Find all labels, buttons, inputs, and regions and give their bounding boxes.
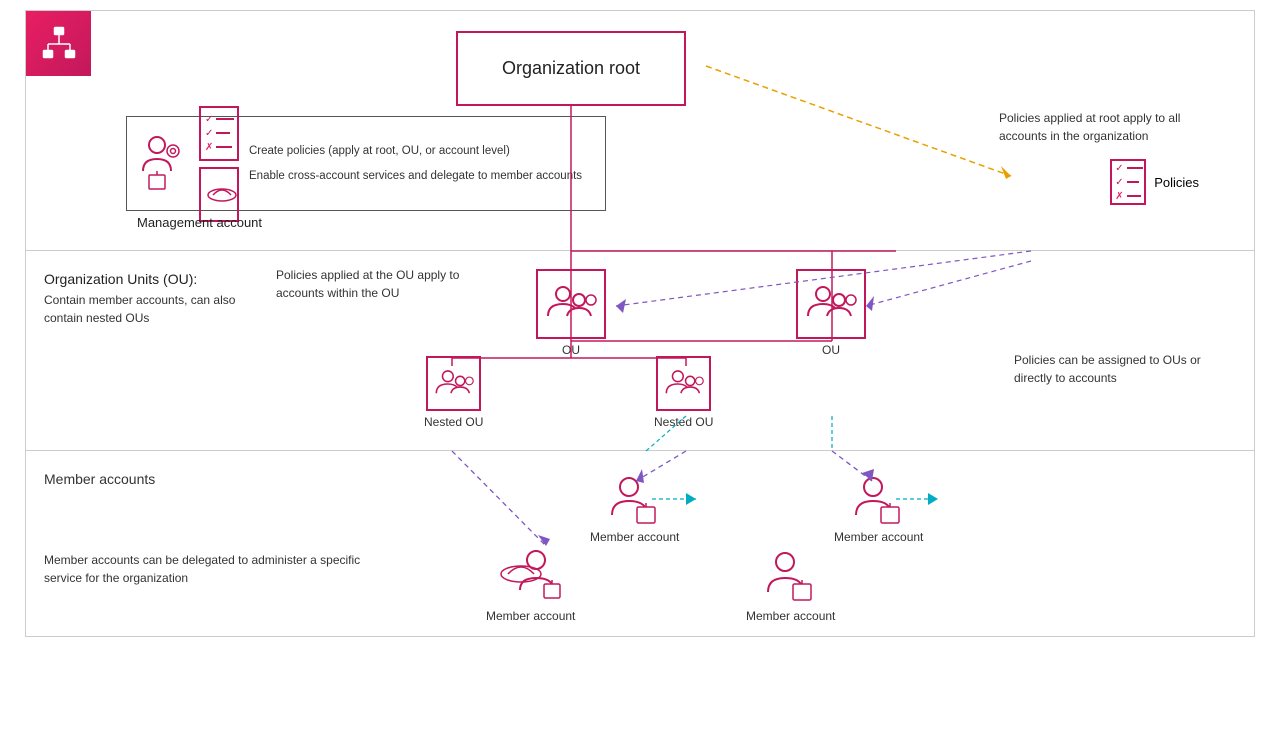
mgmt-text-2: Enable cross-account services and delega… [249,168,582,184]
mgmt-person-icon [139,131,189,196]
ou-icon-2: OU [796,269,866,357]
member-section-title: Member accounts [44,471,155,487]
annotation-root-policies: Policies applied at root apply to all ac… [999,109,1199,145]
ou-section-title: Organization Units (OU): Contain member … [44,271,235,327]
nested-ou-label-1: Nested OU [424,415,483,429]
ou-label-2: OU [822,343,840,357]
logo-box [26,11,91,76]
org-root-label: Organization root [502,58,640,79]
member-account-1: Member account [590,471,679,544]
mgmt-label: Management account [137,215,262,230]
nested-ou-border-2 [656,356,711,411]
ou-icon-1: OU [536,269,606,357]
policies-icon: ✓ ✓ ✗ [1110,159,1146,205]
nested-ou-label-2: Nested OU [654,415,713,429]
checklist-icon-1: ✓ ✓ ✗ [199,106,239,161]
checklist-icon-2 [199,167,239,222]
org-root-box: Organization root [456,31,686,106]
member-section-desc: Member accounts can be delegated to admi… [44,551,364,587]
mgmt-text-1: Create policies (apply at root, OU, or a… [249,143,582,159]
nested-ou-2: Nested OU [654,356,713,429]
ou-section: Organization Units (OU): Contain member … [26,251,1254,451]
mgmt-descriptions: Create policies (apply at root, OU, or a… [249,143,582,183]
member-account-2: Member account [834,471,923,544]
member-account-label-4: Member account [746,609,835,623]
ou-label-1: OU [562,343,580,357]
root-section: Organization root [26,11,1254,251]
nested-ou-border-1 [426,356,481,411]
annotation-ou-assign: Policies can be assigned to OUs or direc… [1014,351,1214,387]
member-section: Member accounts Member accounts can be d… [26,451,1254,636]
checklist-icons: ✓ ✓ ✗ [199,106,239,222]
member-account-4: Member account [746,546,835,623]
ou-icon-border-1 [536,269,606,339]
main-diagram: Organization root [25,10,1255,637]
ou-icon-border-2 [796,269,866,339]
annotation-ou-policies: Policies applied at the OU apply to acco… [276,266,506,302]
member-account-label-1: Member account [590,530,679,544]
policies-label: Policies [1154,175,1199,190]
nested-ou-1: Nested OU [424,356,483,429]
ou-section-desc: Contain member accounts, can alsocontain… [44,291,235,327]
member-account-3: Member account [486,546,575,623]
member-account-label-2: Member account [834,530,923,544]
member-account-label-3: Member account [486,609,575,623]
management-account-box: ✓ ✓ ✗ Create policies (apply at root, OU… [126,116,606,211]
policies-box: ✓ ✓ ✗ Policies [1110,159,1199,205]
